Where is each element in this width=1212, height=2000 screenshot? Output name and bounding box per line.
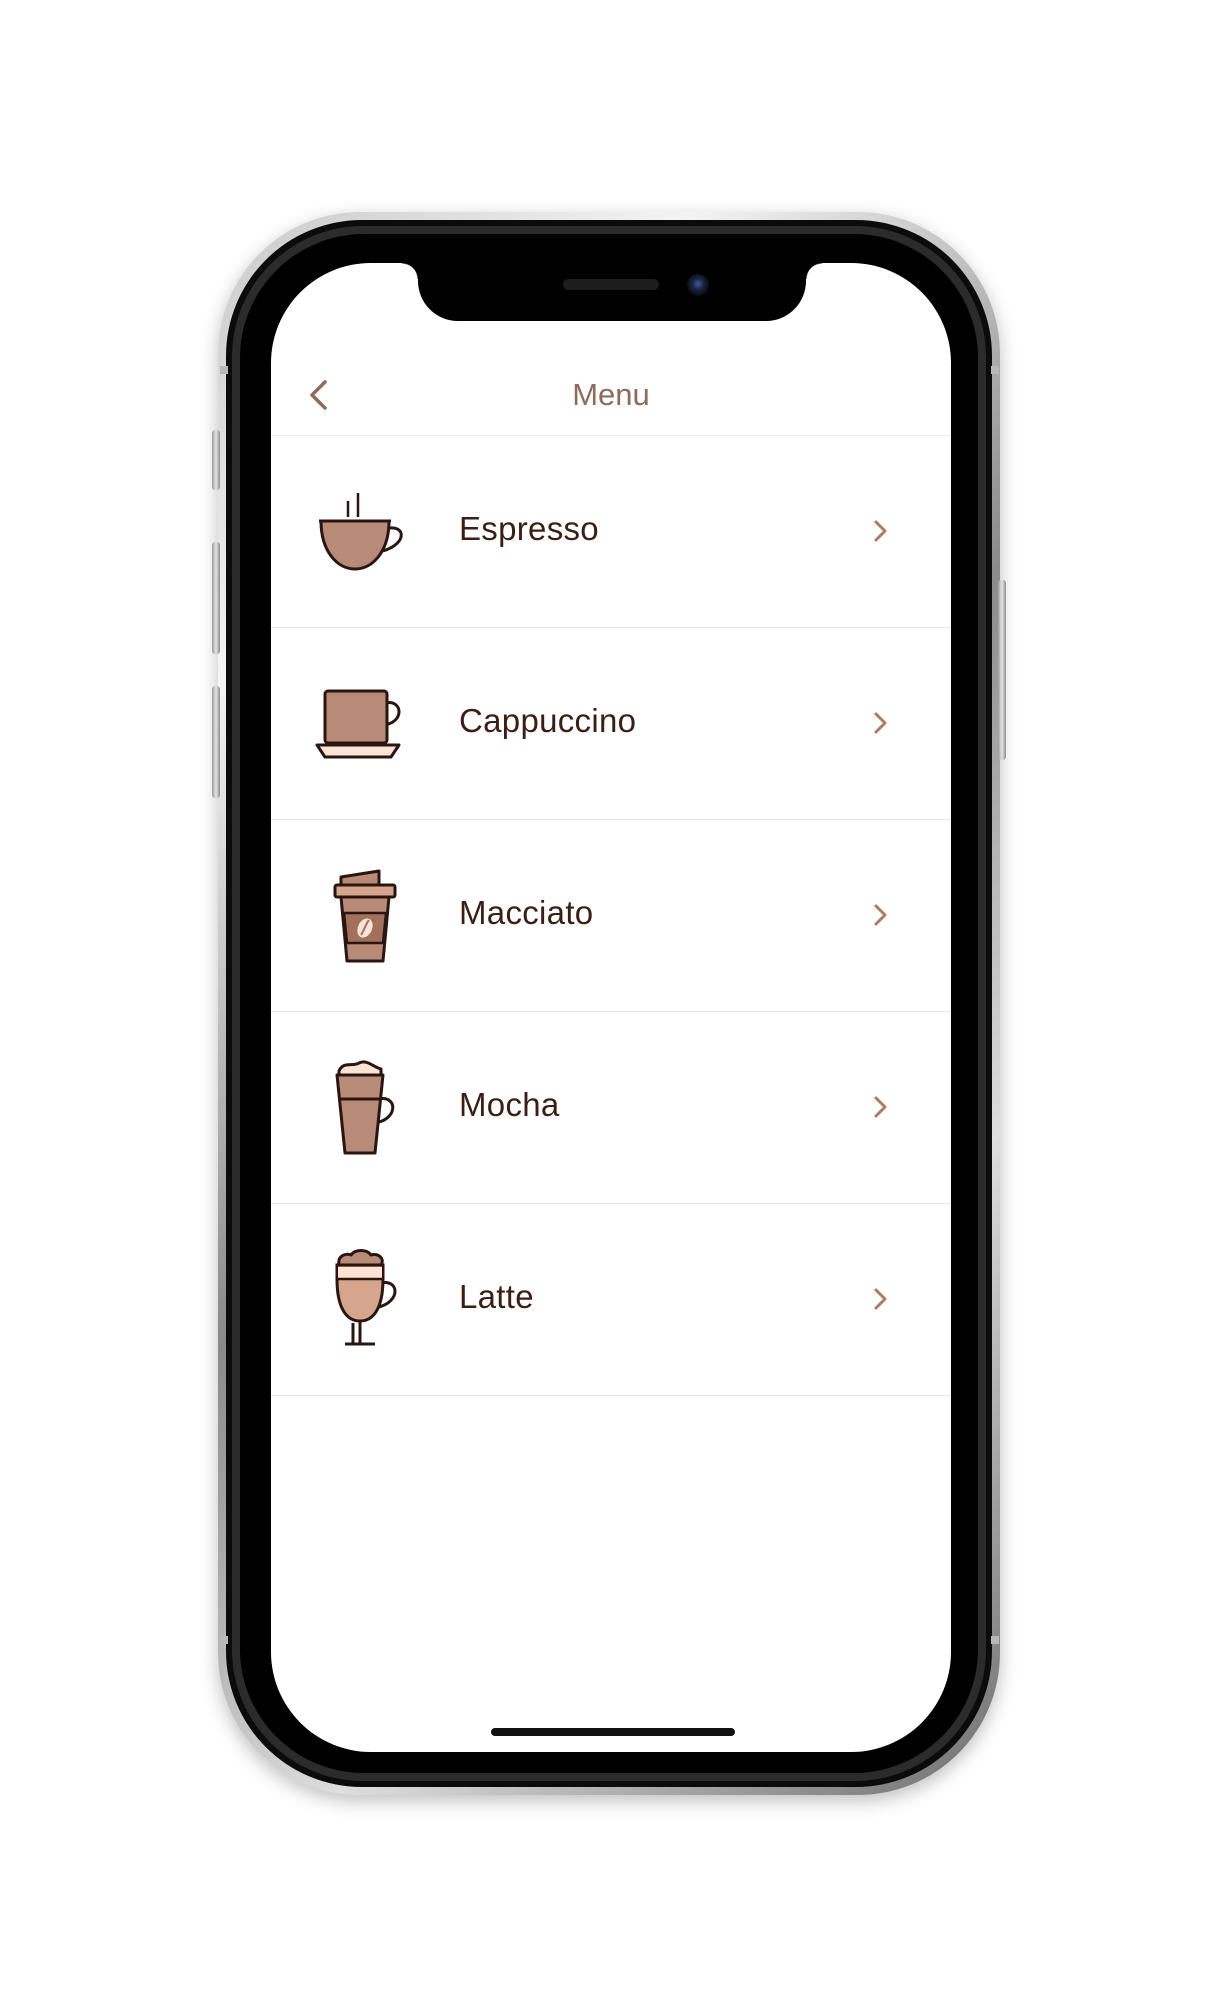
antenna-line [220,1636,228,1644]
menu-item-label: Latte [459,1278,534,1315]
chevron-right-icon [868,708,894,738]
volume-up-button [212,542,220,654]
phone-screen: Menu Espresso Cappuccino Macciato Mocha … [271,263,951,1752]
chevron-right-icon [868,900,894,930]
chevron-right-icon [868,1284,894,1314]
antenna-line [220,366,228,374]
menu-list: Espresso Cappuccino Macciato Mocha Latte [271,436,951,1396]
cappuccino-cup-icon [313,673,423,773]
menu-item-label: Macciato [459,894,594,931]
side-button [998,580,1006,760]
menu-item-label: Espresso [459,510,599,547]
menu-item-latte[interactable]: Latte [271,1204,951,1396]
mocha-glass-icon [313,1057,423,1157]
takeaway-cup-icon [313,865,423,965]
chevron-right-icon [868,516,894,546]
earpiece-speaker [563,279,659,290]
menu-item-espresso[interactable]: Espresso [271,436,951,628]
menu-item-cappuccino[interactable]: Cappuccino [271,628,951,820]
chevron-right-icon [868,1092,894,1122]
front-camera [687,274,709,296]
menu-item-mocha[interactable]: Mocha [271,1012,951,1204]
menu-item-label: Cappuccino [459,702,637,739]
latte-glass-icon [313,1249,423,1349]
page-title: Menu [572,377,650,412]
menu-item-label: Mocha [459,1086,560,1123]
notch [402,263,822,321]
volume-down-button [212,686,220,798]
menu-item-macciato[interactable]: Macciato [271,820,951,1012]
home-indicator[interactable] [491,1728,735,1736]
silent-switch [212,430,220,490]
navigation-bar: Menu [271,355,951,436]
espresso-cup-icon [313,481,423,581]
antenna-line [991,366,999,374]
antenna-line [991,1636,999,1644]
